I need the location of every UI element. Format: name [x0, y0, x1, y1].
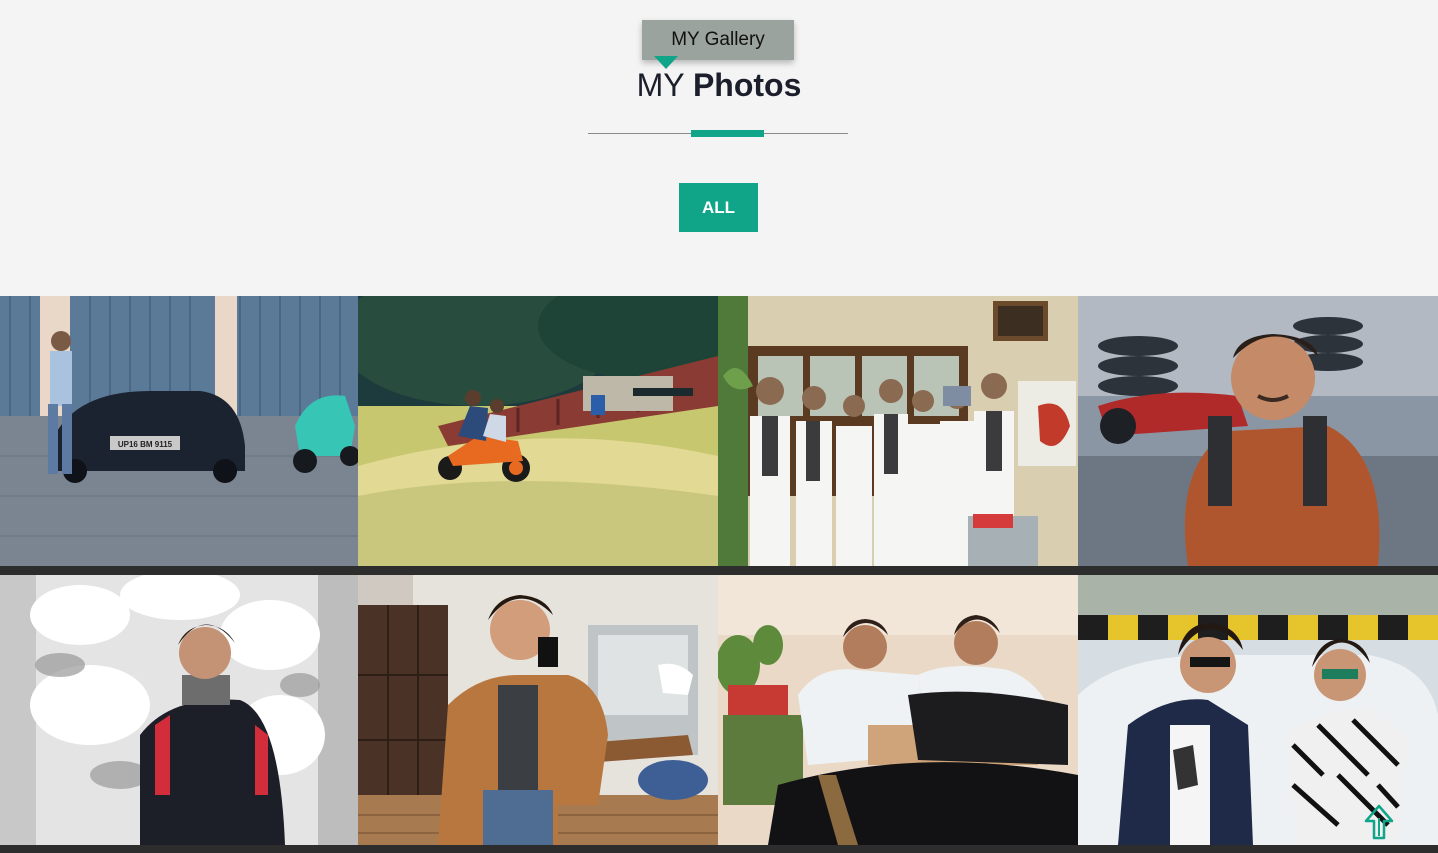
- photo-tile[interactable]: UP16 BM 9115: [0, 296, 358, 566]
- title-divider-accent: [691, 130, 764, 137]
- svg-text:UP16 BM 9115: UP16 BM 9115: [118, 440, 173, 449]
- photo-tile[interactable]: [718, 575, 1078, 845]
- page-title: MY Photos: [0, 67, 1438, 104]
- photo-tile[interactable]: [0, 575, 358, 845]
- photo-motorbike-ride: [358, 296, 718, 566]
- gallery-page: MY Gallery MY Photos ALL UP16 BM 9115: [0, 0, 1438, 853]
- photo-tile[interactable]: [358, 575, 718, 845]
- photo-car-and-bike: UP16 BM 9115: [0, 296, 358, 566]
- photo-grid: UP16 BM 9115: [0, 296, 1438, 853]
- photo-classroom-pair: [718, 575, 1078, 845]
- up-arrow-icon[interactable]: [1364, 804, 1394, 840]
- page-title-bold: Photos: [692, 67, 802, 103]
- filter-all-button[interactable]: ALL: [679, 183, 758, 232]
- photo-tile[interactable]: [718, 296, 1078, 566]
- photo-garage-selfie: [1078, 296, 1438, 566]
- gallery-tag: MY Gallery: [642, 20, 794, 60]
- photo-lab-group: [718, 296, 1078, 566]
- page-title-light: MY: [636, 67, 685, 103]
- photo-snow-portrait: [0, 575, 358, 845]
- photo-mirror-selfie: [358, 575, 718, 845]
- photo-tile[interactable]: [358, 296, 718, 566]
- photo-tile[interactable]: [1078, 296, 1438, 566]
